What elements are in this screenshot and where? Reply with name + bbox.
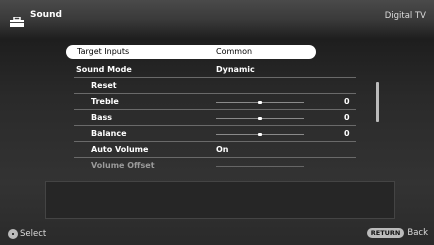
menu-item-label: Sound Mode bbox=[76, 65, 132, 74]
balance-slider[interactable] bbox=[216, 133, 304, 136]
menu-item-volume-offset: Volume Offset bbox=[66, 158, 362, 174]
menu-item-treble[interactable]: Treble 0 bbox=[66, 94, 362, 110]
bass-slider[interactable] bbox=[216, 117, 304, 120]
menu-item-reset[interactable]: Reset bbox=[66, 78, 362, 94]
menu-item-label: Volume Offset bbox=[91, 161, 155, 170]
menu-item-value: On bbox=[216, 145, 229, 154]
menu-item-label: Balance bbox=[91, 129, 127, 138]
toolbox-icon bbox=[10, 12, 24, 27]
header-bar: Sound Digital TV bbox=[0, 0, 434, 34]
menu-item-auto-volume[interactable]: Auto Volume On bbox=[66, 142, 362, 158]
menu-item-value: 0 bbox=[344, 129, 350, 138]
menu-item-target-inputs[interactable]: Target Inputs Common bbox=[66, 45, 316, 59]
menu-item-value: Dynamic bbox=[216, 65, 255, 74]
input-source-label: Digital TV bbox=[384, 11, 426, 21]
footer-select-hint: Select bbox=[8, 229, 46, 239]
scrollbar[interactable] bbox=[376, 82, 379, 122]
volume-offset-slider bbox=[216, 166, 304, 167]
menu-item-label: Reset bbox=[91, 81, 117, 90]
description-panel bbox=[45, 181, 395, 219]
slider-knob[interactable] bbox=[258, 133, 262, 136]
menu-item-value: 0 bbox=[344, 97, 350, 106]
menu-item-sound-mode[interactable]: Sound Mode Dynamic bbox=[66, 62, 362, 78]
menu-item-value: Common bbox=[216, 47, 253, 56]
slider-knob[interactable] bbox=[258, 117, 262, 120]
footer-back-hint[interactable]: RETURN Back bbox=[366, 228, 428, 238]
page-title: Sound bbox=[30, 10, 62, 20]
dpad-icon bbox=[8, 229, 18, 239]
select-label: Select bbox=[20, 229, 47, 239]
menu-item-balance[interactable]: Balance 0 bbox=[66, 126, 362, 142]
menu-item-value: 0 bbox=[344, 113, 350, 122]
sound-settings-screen: Sound Digital TV Target Inputs Common So… bbox=[0, 0, 434, 245]
sound-menu-list: Target Inputs Common Sound Mode Dynamic … bbox=[66, 44, 368, 172]
menu-item-label: Treble bbox=[91, 97, 119, 106]
back-label: Back bbox=[407, 228, 428, 238]
menu-item-bass[interactable]: Bass 0 bbox=[66, 110, 362, 126]
slider-knob[interactable] bbox=[258, 101, 262, 104]
treble-slider[interactable] bbox=[216, 101, 304, 104]
menu-item-label: Bass bbox=[91, 113, 113, 122]
menu-item-label: Target Inputs bbox=[77, 47, 130, 56]
menu-item-label: Auto Volume bbox=[91, 145, 149, 154]
return-key-icon: RETURN bbox=[366, 228, 405, 238]
